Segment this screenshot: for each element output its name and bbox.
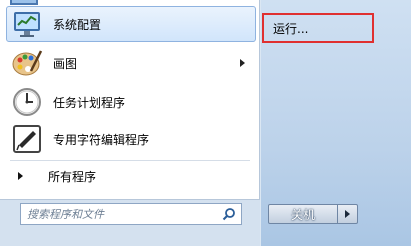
- divider: [10, 160, 250, 161]
- task-scheduler-icon: [13, 88, 41, 116]
- shutdown-button[interactable]: 关机: [268, 204, 338, 224]
- shutdown-options-button[interactable]: [338, 204, 358, 224]
- paint-icon: [12, 50, 43, 76]
- program-label: 画图: [53, 56, 78, 71]
- submenu-arrow-icon[interactable]: [240, 59, 245, 67]
- shutdown-label: 关机: [290, 207, 315, 222]
- expand-arrow-icon: [18, 172, 23, 180]
- program-item-task-scheduler[interactable]: 任务计划程序: [6, 84, 256, 120]
- system-config-icon: [14, 12, 40, 37]
- chevron-right-icon: [345, 210, 350, 218]
- search-box[interactable]: [20, 203, 242, 225]
- run-label: 运行...: [273, 21, 309, 36]
- shutdown-group: 关机: [268, 204, 358, 224]
- search-input[interactable]: [21, 204, 219, 224]
- start-menu-program-list: 系统配置 画图 任务计划程序 专用字符编辑程序 所有程序: [0, 0, 260, 200]
- search-icon[interactable]: [222, 207, 236, 221]
- program-label: 系统配置: [53, 17, 102, 32]
- program-item-system-config[interactable]: 系统配置: [6, 6, 256, 42]
- run-menu-item[interactable]: 运行...: [262, 13, 374, 43]
- program-item-private-character-editor[interactable]: 专用字符编辑程序: [6, 121, 256, 157]
- program-label: 任务计划程序: [53, 95, 126, 110]
- private-character-editor-icon: [13, 125, 41, 153]
- all-programs-button[interactable]: 所有程序: [6, 163, 256, 189]
- program-label: 专用字符编辑程序: [53, 132, 150, 147]
- program-item-paint[interactable]: 画图: [6, 45, 256, 81]
- all-programs-label: 所有程序: [48, 169, 97, 184]
